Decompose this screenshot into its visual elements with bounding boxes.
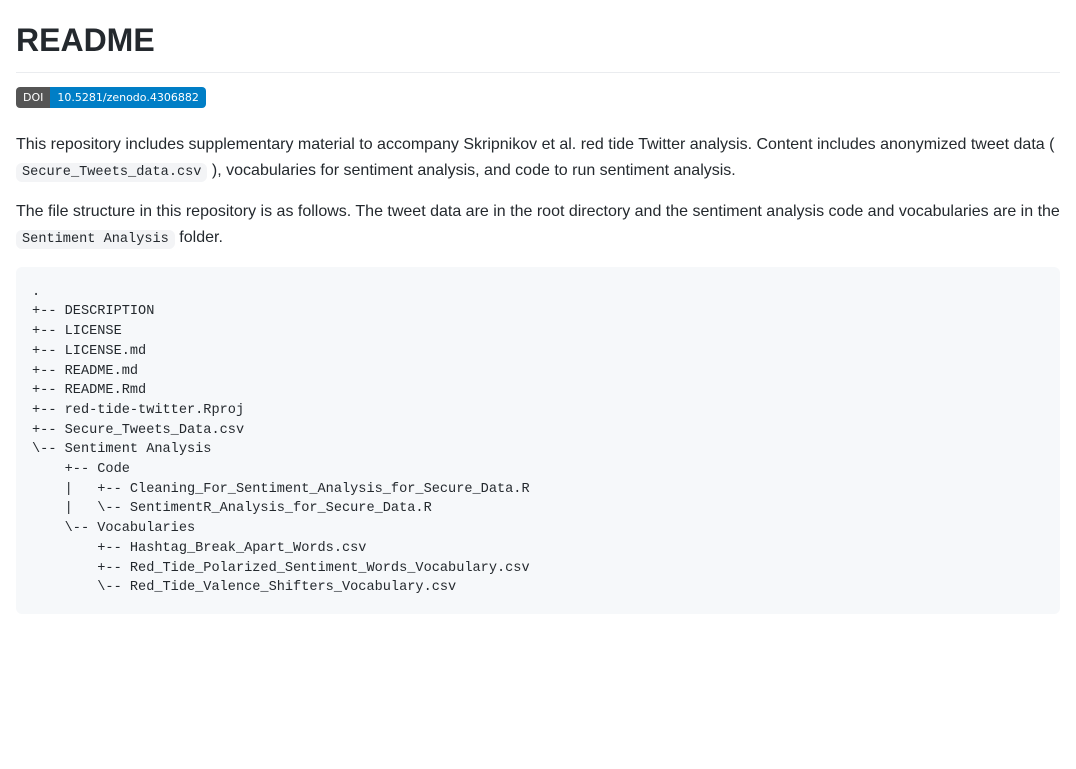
intro-text-2: ), vocabularies for sentiment analysis, … <box>212 162 736 179</box>
intro-paragraph: This repository includes supplementary m… <box>16 132 1060 183</box>
structure-text-1: The file structure in this repository is… <box>16 203 1060 220</box>
structure-text-2: folder. <box>179 229 223 246</box>
file-tree-block: . +-- DESCRIPTION +-- LICENSE +-- LICENS… <box>16 267 1060 614</box>
doi-badge[interactable]: DOI 10.5281/zenodo.4306882 <box>16 87 206 108</box>
doi-value: 10.5281/zenodo.4306882 <box>50 87 205 108</box>
inline-code-tweets-file: Secure_Tweets_data.csv <box>16 163 207 182</box>
intro-text-1: This repository includes supplementary m… <box>16 136 1054 153</box>
structure-paragraph: The file structure in this repository is… <box>16 199 1060 250</box>
doi-label: DOI <box>16 87 50 108</box>
inline-code-folder: Sentiment Analysis <box>16 230 175 249</box>
page-title: README <box>16 16 1060 73</box>
